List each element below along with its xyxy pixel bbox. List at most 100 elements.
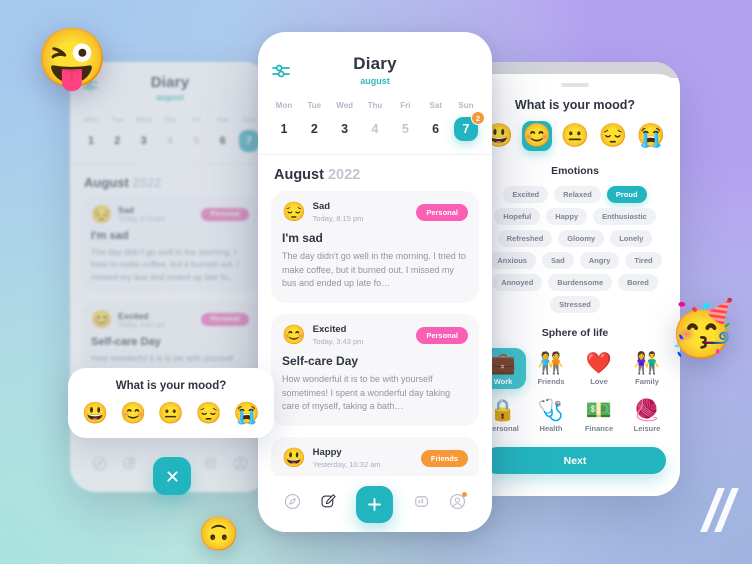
mood-bottom-sheet: What is your mood? 😃 😊 😐 😔 😭 Emotions Ex… <box>470 74 680 496</box>
edit-icon[interactable] <box>320 493 337 515</box>
left-date-row: 1 2 3 4 5 6 7 <box>70 124 270 164</box>
mood-option-happy[interactable]: 😊 <box>120 403 146 424</box>
emotion-chip[interactable]: Burdensome <box>548 273 613 291</box>
mood-emoji: 😊 <box>91 310 113 330</box>
compass-icon[interactable] <box>284 493 301 515</box>
weekday-label: Sat <box>217 115 229 124</box>
friends-icon: 🧑‍🤝‍🧑 <box>537 351 565 375</box>
sphere-label: Work <box>493 376 513 386</box>
mood-row: 😃 😊 😐 😔 😭 <box>78 403 264 424</box>
emotion-chip[interactable]: Sad <box>541 251 574 269</box>
list-item[interactable]: 😊 Excited Today, 3:43 pm Personal Self-c… <box>271 314 479 427</box>
emotion-chip[interactable]: Angry <box>579 251 620 269</box>
emotion-chip[interactable]: Refreshed <box>497 229 553 247</box>
emotion-chip[interactable]: Happy <box>546 207 588 225</box>
mood-emoji: 😃 <box>282 447 306 469</box>
date-cell[interactable]: 2 <box>107 135 127 147</box>
profile-icon[interactable] <box>449 492 468 515</box>
next-button[interactable]: Next <box>484 447 666 474</box>
date-cell[interactable]: 1 <box>81 135 101 147</box>
phone-right-mood-picker: What is your mood? 😃 😊 😐 😔 😭 Emotions Ex… <box>470 62 680 496</box>
status-badge: Personal <box>201 313 249 327</box>
sphere-label: Health <box>539 423 563 433</box>
edit-icon[interactable] <box>122 456 137 476</box>
year-label: 2022 <box>132 175 162 190</box>
stats-icon[interactable] <box>203 456 218 476</box>
entry-mood: Sad <box>312 201 331 212</box>
mood-option-neutral[interactable]: 😐 <box>560 121 590 151</box>
weekday-label: Tue <box>307 101 322 110</box>
emotion-chip[interactable]: Anxious <box>488 251 536 269</box>
sphere-item-health[interactable]: 🩺 Health <box>528 395 574 436</box>
sphere-item-family[interactable]: 👫 Family <box>624 348 670 389</box>
drag-handle[interactable] <box>561 83 589 87</box>
date-cell-1[interactable]: 1 <box>272 117 296 141</box>
date-cell-6[interactable]: 6 <box>424 117 448 141</box>
status-badge: Personal <box>416 203 468 221</box>
date-cell-4[interactable]: 4 <box>363 117 387 141</box>
entry-title: I'm sad <box>91 230 129 242</box>
sliders-icon[interactable] <box>272 63 290 84</box>
entry-time: Today, 8:15 pm <box>312 214 364 223</box>
mood-option-happy-selected[interactable]: 😊 <box>522 120 552 151</box>
weekday-label: Sat <box>429 101 442 110</box>
entry-title: Self-care Day <box>91 335 161 348</box>
stats-icon[interactable] <box>413 493 430 515</box>
mood-option-neutral[interactable]: 😐 <box>158 403 184 424</box>
emotion-chip[interactable]: Gloomy <box>558 229 605 247</box>
entry-body: How wonderful it is to be with yourself <box>91 352 234 363</box>
date-cell[interactable]: 4 <box>160 135 180 147</box>
mood-option-very-happy[interactable]: 😃 <box>82 403 108 424</box>
mood-options-row: 😃 😊 😐 😔 😭 <box>470 112 680 151</box>
mood-option-crying[interactable]: 😭 <box>636 121 666 151</box>
date-cell-5[interactable]: 5 <box>393 117 417 141</box>
list-item[interactable]: 😔 Sad Today, 8:15 pm Personal I'm sad Th… <box>81 196 259 292</box>
list-item[interactable]: 😃 Happy Yesterday, 10:32 am Friends <box>271 437 479 482</box>
weekday-label: Tue <box>111 115 124 124</box>
emotion-chip[interactable]: Excited <box>503 185 549 203</box>
emotion-chip[interactable]: Annoyed <box>492 273 543 291</box>
weekday-label: Fri <box>191 115 201 124</box>
sphere-item-finance[interactable]: 💵 Finance <box>576 395 622 436</box>
date-cell-3[interactable]: 3 <box>333 117 357 141</box>
emotion-chip[interactable]: Lonely <box>610 229 653 247</box>
mood-option-sad[interactable]: 😔 <box>196 403 222 424</box>
emotion-chip[interactable]: Hopeful <box>494 207 541 225</box>
screenshot-canvas: Diary august Mon Tue Wed Thu Fri Sat Sun… <box>0 0 752 564</box>
phone-center-diary: Diary august Mon Tue Wed Thu Fri Sat Sun… <box>258 32 492 532</box>
entry-title: I'm sad <box>282 231 323 245</box>
mood-option-crying[interactable]: 😭 <box>234 403 260 424</box>
month-label: August <box>84 175 129 190</box>
weekday-row: Mon Tue Wed Thu Fri Sat Sun <box>258 88 492 110</box>
center-header: Diary august <box>258 32 492 88</box>
sphere-item-friends[interactable]: 🧑‍🤝‍🧑 Friends <box>528 348 574 389</box>
date-cell-selected[interactable]: 7 <box>238 130 259 152</box>
sphere-grid: 💼 Work 🧑‍🤝‍🧑 Friends ❤️ Love 👫 Family 🔒 <box>470 339 680 436</box>
emotion-chip[interactable]: Tired <box>625 251 662 269</box>
list-item[interactable]: 😔 Sad Today, 8:15 pm Personal I'm sad Th… <box>271 191 479 304</box>
left-mood-sheet: What is your mood? 😃 😊 😐 😔 😭 <box>68 368 274 438</box>
mood-option-sad[interactable]: 😔 <box>598 121 628 151</box>
entry-title: Self-care Day <box>282 354 359 369</box>
date-cell[interactable]: 5 <box>186 135 206 147</box>
profile-icon[interactable] <box>233 456 248 476</box>
emotion-chip-selected[interactable]: Proud <box>606 185 647 203</box>
close-button[interactable] <box>153 457 191 495</box>
list-item[interactable]: 😊 Excited Today, 3:43 pm Personal Self-c… <box>81 301 259 374</box>
sphere-item-love[interactable]: ❤️ Love <box>576 348 622 389</box>
sphere-item-leisure[interactable]: 🧶 Leisure <box>624 395 670 436</box>
sphere-label: Leisure <box>633 423 661 433</box>
emotion-chip[interactable]: Enthusiastic <box>593 207 656 225</box>
emotion-chip[interactable]: Bored <box>618 273 658 291</box>
weekday-label: Thu <box>163 115 177 124</box>
date-cell[interactable]: 6 <box>213 135 233 147</box>
emotion-chip[interactable]: Stressed <box>550 295 600 313</box>
entry-time: Today, 8:15 pm <box>118 216 166 223</box>
weekday-label: Mon <box>83 115 99 124</box>
compass-icon[interactable] <box>92 456 107 476</box>
date-cell[interactable]: 3 <box>134 135 154 147</box>
date-cell-2[interactable]: 2 <box>302 117 326 141</box>
emotion-chip[interactable]: Relaxed <box>554 185 601 203</box>
entry-time: Today, 3:43 pm <box>312 337 364 347</box>
add-button[interactable] <box>356 485 394 523</box>
